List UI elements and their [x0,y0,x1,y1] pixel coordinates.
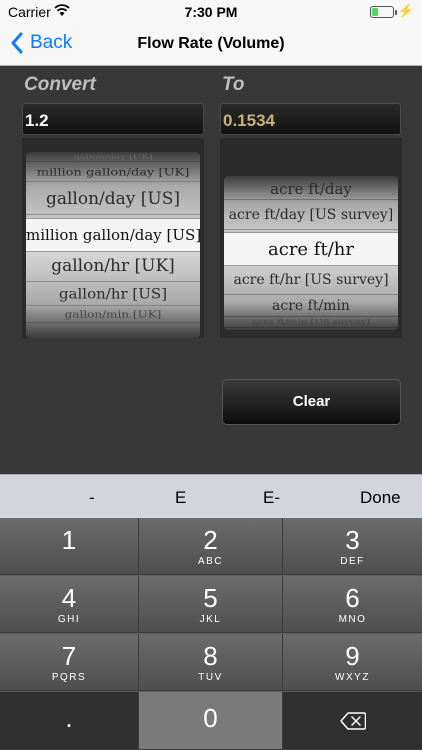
clear-button[interactable]: Clear [222,379,401,425]
backspace-icon [339,712,366,730]
exponent-key[interactable]: E [175,488,186,508]
key-letters: MNO [338,614,367,625]
key-digit: 6 [345,583,360,613]
key-3[interactable]: 3 DEF [283,518,422,575]
key-5[interactable]: 5 JKL [139,576,283,633]
to-picker-row[interactable]: acre ft/day [US survey] [224,200,398,230]
to-label: To [222,74,245,95]
key-digit: 7 [61,641,77,671]
key-1[interactable]: 1 [0,518,139,575]
from-picker-row[interactable]: gallon/hr [UK] [26,252,200,282]
minus-key[interactable]: - [89,488,95,508]
from-picker-selected[interactable]: million gallon/day [US] [26,218,200,252]
key-letters: TUV [198,672,223,683]
key-digit: 5 [203,583,218,613]
status-bar: Carrier 7:30 PM ⚡ [0,0,422,24]
key-letters: WXYZ [335,672,370,683]
converter-panel: Convert To 1.2 0.1534 gallon/day [UK] mi… [0,66,422,474]
key-6[interactable]: 6 MNO [283,576,422,633]
from-picker-row[interactable]: gallon/min [UK] [26,309,200,323]
key-digit: 4 [61,583,77,613]
battery-icon [370,6,397,18]
delete-key[interactable] [283,692,422,750]
from-picker-drum: gallon/day [UK] million gallon/day [UK] … [26,152,200,338]
from-unit-picker[interactable]: gallon/day [UK] million gallon/day [UK] … [22,138,204,338]
key-digit: 1 [61,525,77,555]
navigation-bar: Back Flow Rate (Volume) [0,24,422,66]
status-time: 7:30 PM [184,4,238,20]
key-digit: 9 [345,641,360,671]
key-digit: . [65,703,73,733]
key-letters: DEF [340,556,365,567]
key-digit: 8 [203,641,218,671]
convert-value-input[interactable]: 1.2 [22,103,204,135]
key-letters: GHI [57,614,81,625]
key-7[interactable]: 7 PQRS [0,634,139,691]
key-digit: 0 [203,703,218,733]
negative-exponent-key[interactable]: E- [263,488,280,508]
key-2[interactable]: 2 ABC [139,518,283,575]
done-button[interactable]: Done [360,488,401,508]
from-picker-row[interactable]: gallon/day [US] [26,186,200,215]
to-picker-row[interactable]: acre ft/min [224,295,398,317]
key-letters: PQRS [51,672,87,683]
from-picker-row[interactable]: million gallon/day [UK] [26,164,200,182]
from-picker-row[interactable]: gallon/hr [US] [26,283,200,306]
from-picker-row[interactable]: gallon/day [UK] [26,154,200,162]
to-picker-drum: acre ft/day acre ft/day [US survey] acre… [224,176,398,330]
charging-icon: ⚡ [397,3,414,18]
page-title: Flow Rate (Volume) [137,35,285,52]
key-4[interactable]: 4 GHI [0,576,139,633]
to-picker-row[interactable]: acre ft/hr [US survey] [224,266,398,295]
to-picker-row[interactable]: acre ft/day [224,176,398,200]
key-9[interactable]: 9 WXYZ [283,634,422,691]
to-picker-selected[interactable]: acre ft/hr [224,232,398,266]
convert-label: Convert [24,74,96,95]
number-keypad: 1 2 ABC 3 DEF 4 GHI 5 JKL 6 MNO 7 PQRS 8 TUV 9W… [0,518,422,750]
key-digit: 2 [203,525,218,555]
to-unit-picker[interactable]: acre ft/day acre ft/day [US survey] acre… [220,138,402,338]
key-digit: 3 [345,525,360,555]
to-picker-row[interactable]: acre ft/min [US survey] [224,319,398,329]
key-8[interactable]: 8 TUV [139,634,283,691]
key-decimal[interactable]: . [0,692,139,750]
keyboard-accessory-bar: - E E- Done [0,474,422,518]
converted-value-field: 0.1534 [220,103,401,135]
key-letters: JKL [199,614,222,625]
key-0[interactable]: 0 [139,692,283,750]
key-letters: ABC [197,556,224,567]
